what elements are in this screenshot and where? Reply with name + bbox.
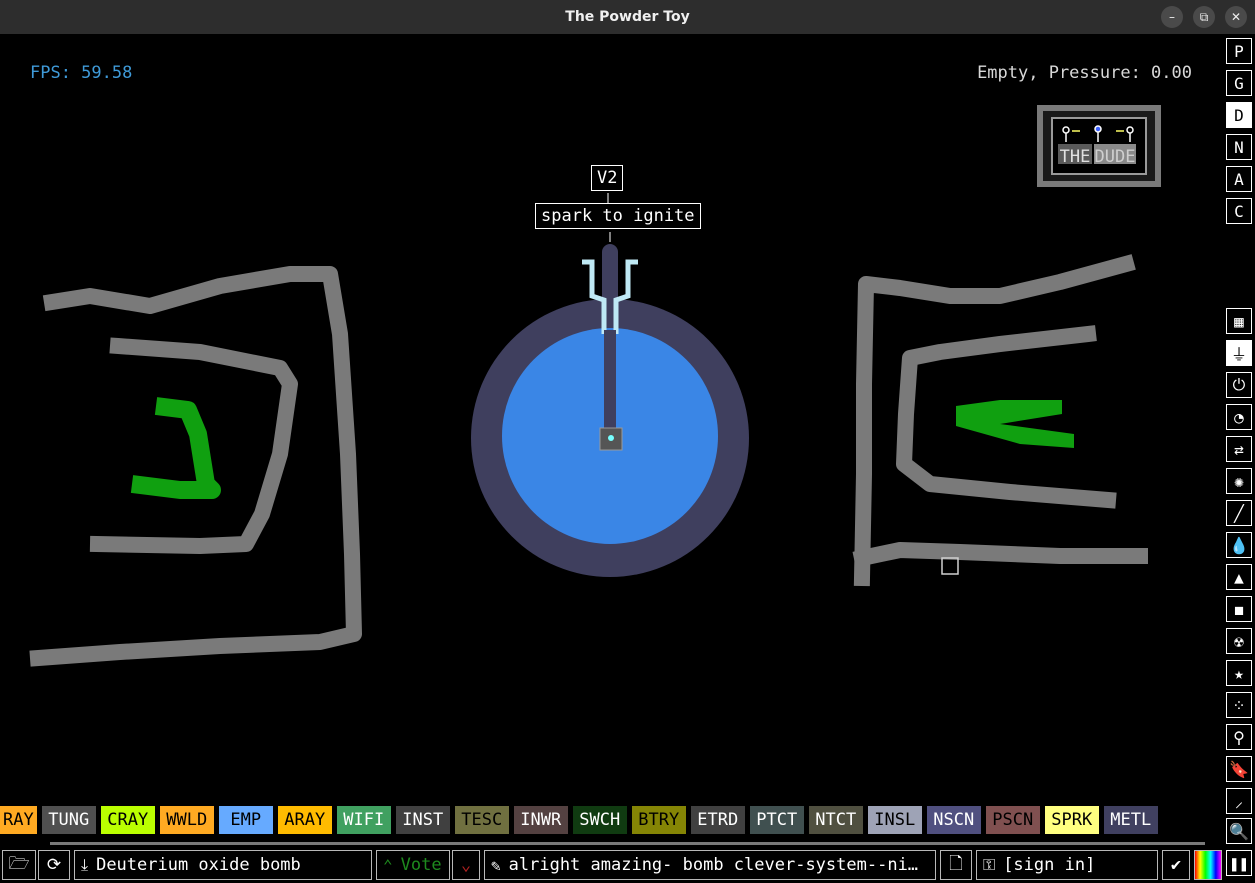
element-scrollbar[interactable] [50, 842, 1205, 845]
bomb-spark [608, 435, 614, 441]
powered-icon[interactable]: ⏻ [1226, 372, 1252, 398]
restore-button[interactable]: ⧉ [1193, 6, 1215, 28]
logo-word-dude: DUDE [1095, 147, 1136, 167]
element-btry-button[interactable]: BTRY [631, 806, 686, 834]
logo-word-the: THE [1060, 147, 1091, 167]
login-label: [sign in] [1003, 855, 1096, 875]
fps-readout: FPS: 59.58 [30, 63, 133, 83]
new-simulation-icon[interactable]: 🗋 [940, 850, 972, 880]
minimize-button[interactable]: – [1161, 6, 1183, 28]
sensors-icon[interactable]: ◔ [1226, 404, 1252, 430]
element-sprk-button[interactable]: SPRK [1044, 806, 1099, 834]
element-tung-button[interactable]: TUNG [41, 806, 96, 834]
force-icon[interactable]: ⇄ [1226, 436, 1252, 462]
simulation-drawing: THE DUDE [29, 105, 1161, 667]
element-swch-button[interactable]: SWCH [572, 806, 627, 834]
window-title: The Powder Toy [565, 9, 690, 25]
render-preset-n-button[interactable]: N [1226, 134, 1252, 160]
sign-version[interactable]: V2 [591, 165, 624, 191]
vote-label: Vote [400, 855, 442, 875]
gases-icon[interactable]: ╱ [1226, 500, 1252, 526]
render-preset-p-button[interactable]: P [1226, 38, 1252, 64]
element-nscn-button[interactable]: NSCN [926, 806, 981, 834]
element-wifi-button[interactable]: WIFI [336, 806, 391, 834]
bomb-fuse [604, 330, 616, 430]
life-icon[interactable]: ⁘ [1226, 692, 1252, 718]
tags-text: alright amazing- bomb clever-system--ni… [508, 855, 919, 875]
electronics-icon[interactable]: ⏚ [1226, 340, 1252, 366]
renderer-options-icon[interactable] [1194, 850, 1222, 880]
element-pscn-button[interactable]: PSCN [985, 806, 1040, 834]
favorites-icon[interactable]: 🔖 [1226, 756, 1252, 782]
login-button[interactable]: ⚿ [sign in] [976, 850, 1158, 880]
render-preset-d-button[interactable]: D [1226, 102, 1252, 128]
explosives-icon[interactable]: ✺ [1226, 468, 1252, 494]
element-emp-button[interactable]: EMP [218, 806, 273, 834]
vote-down-button[interactable]: ⌄ [452, 850, 480, 880]
pause-button[interactable]: ❚❚ [1226, 850, 1252, 876]
close-button[interactable]: ✕ [1225, 6, 1247, 28]
save-name: Deuterium oxide bomb [96, 855, 301, 875]
special-icon[interactable]: ★ [1226, 660, 1252, 686]
powders-icon[interactable]: ▲ [1226, 564, 1252, 590]
right-menu: P G D N A C ▦ ⏚ ⏻ ◔ ⇄ ✺ ╱ 💧 ▲ ◼ ☢ ★ ⁘ ⚲ … [1222, 34, 1255, 883]
element-strip: RAY TUNG CRAY WWLD EMP ARAY WIFI INST TESC INWR SW… [0, 806, 1222, 836]
pressure-status: Empty, Pressure: 0.00 [977, 63, 1192, 83]
the-dude-logo: THE DUDE [1037, 105, 1161, 187]
element-aray-button[interactable]: ARAY [277, 806, 332, 834]
key-icon: ⚿ [983, 855, 996, 874]
element-etrd-button[interactable]: ETRD [690, 806, 745, 834]
simulation-canvas[interactable]: THE DUDE FPS: 59.58 Empty, Pressure: 0.0… [0, 34, 1222, 794]
element-ray-button[interactable]: RAY [0, 806, 37, 834]
brush-cursor [941, 557, 959, 575]
reload-icon[interactable]: ⟳ [38, 850, 70, 880]
decoration-icon[interactable]: ⸝ [1226, 788, 1252, 814]
element-tesc-button[interactable]: TESC [454, 806, 509, 834]
solids-icon[interactable]: ◼ [1226, 596, 1252, 622]
liquids-icon[interactable]: 💧 [1226, 532, 1252, 558]
search-icon[interactable]: 🔍 [1226, 818, 1252, 844]
open-save-icon[interactable]: 🗁 [2, 850, 36, 880]
render-preset-c-button[interactable]: C [1226, 198, 1252, 224]
left-plant [130, 397, 221, 499]
radioactive-icon[interactable]: ☢ [1226, 628, 1252, 654]
element-metl-button[interactable]: METL [1103, 806, 1158, 834]
sign-spark-to-ignite[interactable]: spark to ignite [535, 203, 701, 229]
element-cray-button[interactable]: CRAY [100, 806, 155, 834]
element-ntct-button[interactable]: NTCT [808, 806, 863, 834]
chevron-up-icon: ⌃ [383, 855, 393, 875]
window-title-bar: The Powder Toy – ⧉ ✕ [0, 0, 1255, 34]
walls-icon[interactable]: ▦ [1226, 308, 1252, 334]
settings-icon[interactable]: ✔ [1162, 850, 1190, 880]
tools-icon[interactable]: ⚲ [1226, 724, 1252, 750]
vote-up-button[interactable]: ⌃ Vote [376, 850, 450, 880]
tags-button[interactable]: ✎ alright amazing- bomb clever-system--n… [484, 850, 936, 880]
tag-edit-icon: ✎ [491, 855, 501, 875]
bottom-toolbar: 🗁 ⟳ ⤓ Deuterium oxide bomb ⌃ Vote ⌄ ✎ al… [0, 849, 1222, 881]
element-inst-button[interactable]: INST [395, 806, 450, 834]
element-inwr-button[interactable]: INWR [513, 806, 568, 834]
render-preset-g-button[interactable]: G [1226, 70, 1252, 96]
right-plant [956, 400, 1074, 448]
element-insl-button[interactable]: INSL [867, 806, 922, 834]
save-file-icon: ⤓ [81, 855, 89, 874]
element-ptct-button[interactable]: PTCT [749, 806, 804, 834]
element-wwld-button[interactable]: WWLD [159, 806, 214, 834]
render-preset-a-button[interactable]: A [1226, 166, 1252, 192]
save-name-button[interactable]: ⤓ Deuterium oxide bomb [74, 850, 372, 880]
